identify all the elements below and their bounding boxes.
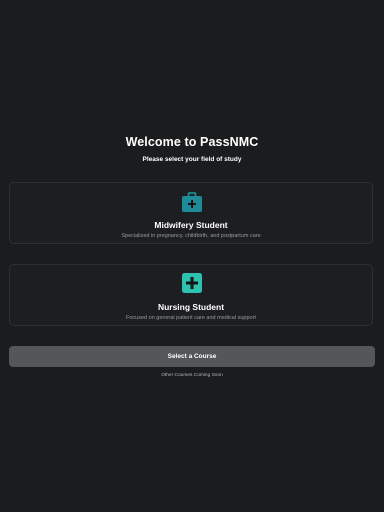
course-description: Specialized in pregnancy, childbirth, an… <box>121 233 261 239</box>
page-subtitle: Please select your field of study <box>142 156 242 163</box>
course-title: Nursing Student <box>157 302 225 312</box>
course-card-nursing[interactable]: Nursing Student Focused on general patie… <box>9 264 373 326</box>
medical-cross-icon <box>182 273 202 293</box>
page-title: Welcome to PassNMC <box>125 135 259 149</box>
select-course-button[interactable]: Select a Course <box>9 346 375 367</box>
medical-bag-icon <box>182 192 202 212</box>
course-description: Focused on general patient care and medi… <box>126 315 256 321</box>
course-title: Midwifery Student <box>154 220 228 230</box>
course-card-midwifery[interactable]: Midwifery Student Specialized in pregnan… <box>9 182 373 244</box>
coming-soon-note: Other Courses Coming Soon <box>161 373 223 378</box>
